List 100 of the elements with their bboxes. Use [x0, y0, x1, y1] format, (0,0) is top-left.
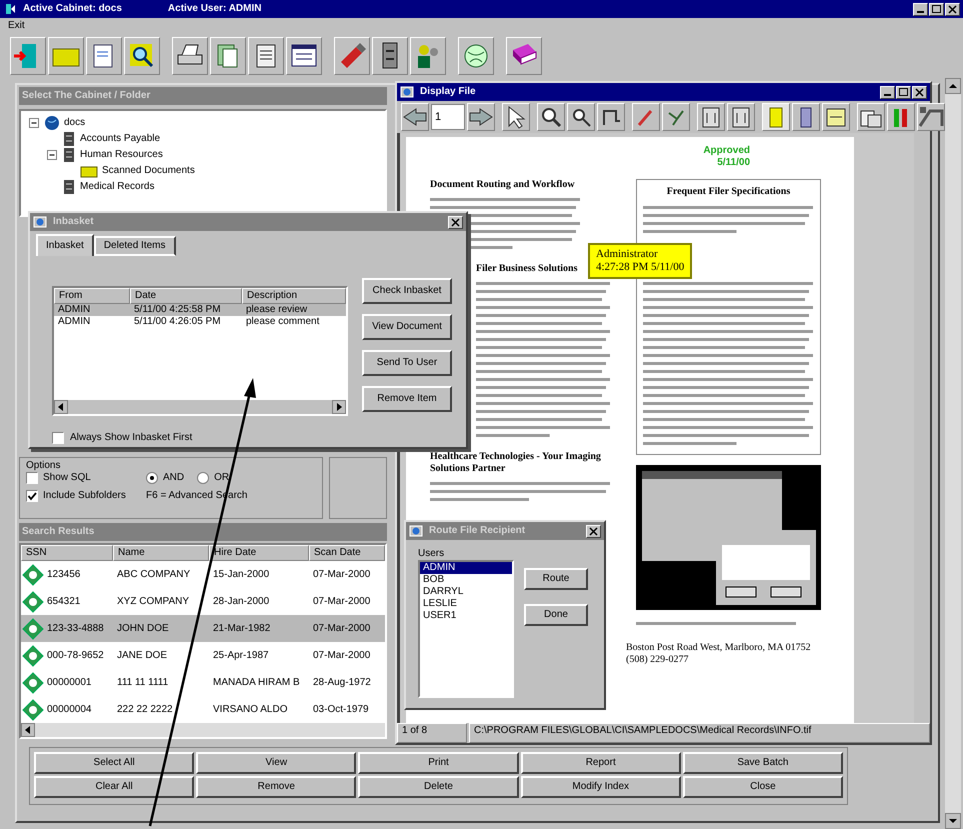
table-row[interactable]: 654321 XYZ COMPANY 28-Jan-2000 07-Mar-2000: [21, 588, 385, 615]
scroll-bar[interactable]: [945, 78, 961, 829]
toolbar-button[interactable]: [727, 103, 755, 131]
action-button[interactable]: Save Batch: [682, 752, 844, 774]
minimize-button[interactable]: [913, 2, 928, 16]
action-button[interactable]: Close: [682, 776, 844, 798]
action-button[interactable]: Remove: [196, 776, 356, 798]
tree-item[interactable]: Medical Records: [80, 181, 154, 193]
table-cell: 00000004: [47, 704, 92, 716]
radio-button[interactable]: [197, 472, 210, 484]
checkbox[interactable]: [52, 432, 64, 444]
tree-view[interactable]: docs Accounts Payable Human Resources Scanned Documents Medical Records: [19, 109, 387, 217]
scroll-left-button[interactable]: [21, 723, 35, 737]
scroll-right-button[interactable]: [332, 400, 346, 414]
radio-button[interactable]: [146, 472, 158, 484]
column-header[interactable]: SSN: [21, 545, 113, 561]
window-title: Inbasket: [53, 216, 94, 228]
toolbar-button[interactable]: [597, 103, 625, 131]
action-button[interactable]: Delete: [358, 776, 519, 798]
toolbar-button[interactable]: [172, 37, 208, 75]
table-row[interactable]: ADMIN 5/11/00 4:25:58 PM please review: [54, 304, 346, 316]
toolbar-button[interactable]: [506, 37, 542, 75]
action-button[interactable]: Print: [358, 752, 519, 774]
collapse-icon[interactable]: [47, 150, 58, 160]
toolbar-button[interactable]: [792, 103, 820, 131]
toolbar-button[interactable]: [86, 37, 122, 75]
checkbox[interactable]: [26, 490, 38, 502]
tree-item[interactable]: Scanned Documents: [102, 165, 195, 177]
toolbar-button[interactable]: [467, 103, 495, 131]
toolbar-button[interactable]: [537, 103, 565, 131]
toolbar-button[interactable]: [248, 37, 284, 75]
toolbar-button[interactable]: [401, 103, 429, 131]
tree-item[interactable]: Human Resources: [80, 149, 163, 161]
checkbox-label: Include Subfolders: [43, 490, 126, 502]
column-header[interactable]: Hire Date: [209, 545, 309, 561]
scroll-up-button[interactable]: [945, 78, 961, 94]
close-button[interactable]: [448, 216, 463, 228]
action-button[interactable]: Clear All: [34, 776, 194, 798]
table-row[interactable]: 000-78-9652 JANE DOE 25-Apr-1987 07-Mar-2000: [21, 642, 385, 669]
list-item[interactable]: DARRYL: [420, 586, 512, 598]
dialog-button[interactable]: Remove Item: [362, 386, 452, 412]
collapse-icon[interactable]: [29, 118, 40, 128]
table-row[interactable]: 00000001 111 11 1111 MANADA HIRAM B 28-Aug-1972: [21, 669, 385, 696]
toolbar-button[interactable]: [210, 37, 246, 75]
minimize-button[interactable]: [880, 86, 895, 98]
toolbar-button[interactable]: [410, 37, 446, 75]
list-item[interactable]: ADMIN: [420, 562, 512, 574]
scroll-bar[interactable]: [21, 723, 385, 737]
toolbar-button[interactable]: [697, 103, 725, 131]
toolbar-button[interactable]: [662, 103, 690, 131]
table-row[interactable]: 123-33-4888 JOHN DOE 21-Mar-1982 07-Mar-2000: [21, 615, 385, 642]
dialog-button[interactable]: Check Inbasket: [362, 278, 452, 304]
table-cell-text: ADMIN: [57, 304, 92, 316]
action-button[interactable]: Report: [520, 752, 681, 774]
toolbar-button[interactable]: [762, 103, 790, 131]
table-cell: XYZ COMPANY: [117, 596, 190, 608]
list-item[interactable]: USER1: [420, 610, 512, 622]
scroll-left-button[interactable]: [54, 400, 68, 414]
table-row[interactable]: 123456 ABC COMPANY 15-Jan-2000 07-Mar-2000: [21, 561, 385, 588]
toolbar-button[interactable]: [286, 37, 322, 75]
tree-item[interactable]: Accounts Payable: [80, 133, 160, 145]
dialog-button[interactable]: View Document: [362, 314, 452, 340]
scroll-down-button[interactable]: [945, 813, 961, 829]
dialog-button[interactable]: Done: [524, 604, 588, 626]
toolbar-button[interactable]: [502, 103, 530, 131]
close-button[interactable]: [586, 524, 601, 538]
toolbar-button[interactable]: [48, 37, 84, 75]
scroll-bar[interactable]: [54, 400, 346, 414]
tab[interactable]: Inbasket: [36, 234, 94, 256]
action-button[interactable]: Select All: [34, 752, 194, 774]
close-button[interactable]: [912, 86, 927, 98]
list-item[interactable]: LESLIE: [420, 598, 512, 610]
toolbar-button[interactable]: [857, 103, 885, 131]
dialog-button[interactable]: Route: [524, 568, 588, 590]
cabinet-icon: [62, 179, 76, 195]
column-header[interactable]: Date: [130, 288, 242, 304]
toolbar-button[interactable]: [458, 37, 494, 75]
close-button[interactable]: [945, 2, 960, 16]
menu-item[interactable]: Exit: [4, 20, 29, 32]
toolbar-button[interactable]: [822, 103, 850, 131]
column-header[interactable]: Scan Date: [309, 545, 385, 561]
column-header[interactable]: From: [54, 288, 130, 304]
column-header[interactable]: Name: [113, 545, 209, 561]
action-button[interactable]: View: [196, 752, 356, 774]
action-button[interactable]: Modify Index: [520, 776, 681, 798]
list-item[interactable]: BOB: [420, 574, 512, 586]
column-header[interactable]: Description: [242, 288, 346, 304]
tree-item[interactable]: docs: [64, 117, 86, 129]
maximize-button[interactable]: [929, 2, 944, 16]
toolbar-button[interactable]: [124, 37, 160, 75]
maximize-button[interactable]: [896, 86, 911, 98]
page-number-field[interactable]: 1: [431, 104, 465, 130]
toolbar-button[interactable]: [372, 37, 408, 75]
toolbar-button[interactable]: [917, 103, 945, 131]
table-row[interactable]: ADMIN 5/11/00 4:26:05 PM please comment: [54, 316, 346, 328]
tab[interactable]: Deleted Items: [94, 236, 176, 256]
checkbox[interactable]: [26, 472, 38, 484]
table-row[interactable]: 00000004 222 22 2222 VIRSANO ALDO 03-Oct-1979: [21, 696, 385, 723]
dialog-button[interactable]: Send To User: [362, 350, 452, 376]
toolbar-button[interactable]: [567, 103, 595, 131]
